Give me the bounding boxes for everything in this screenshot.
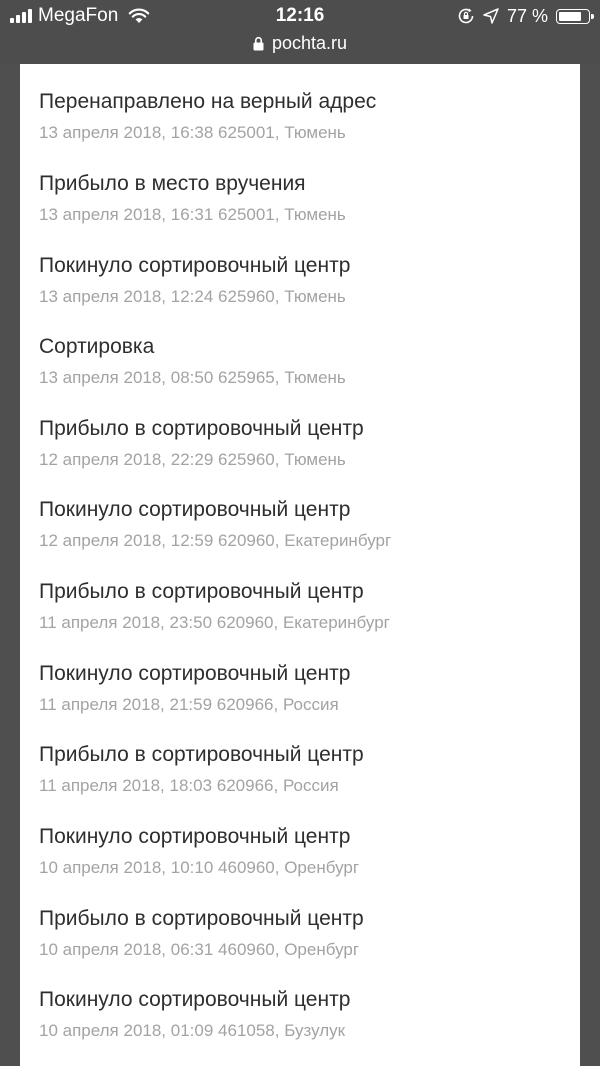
event-title: Покинуло сортировочный центр (39, 662, 351, 685)
tracking-event: Покинуло сортировочный центр 10 апреля 2… (39, 825, 569, 878)
event-meta: 10 апреля 2018, 10:10 460960, Оренбург (39, 858, 569, 878)
battery-level (559, 11, 581, 21)
tracking-event: Прибыло в сортировочный центр 11 апреля … (39, 743, 569, 796)
event-date: 13 апреля 2018, 12:24 (39, 287, 214, 306)
event-meta: 10 апреля 2018, 06:31 460960, Оренбург (39, 940, 569, 960)
event-date: 12 апреля 2018, 12:59 (39, 531, 214, 550)
event-location: 625960, Тюмень (218, 287, 346, 306)
event-title: Покинуло сортировочный центр (39, 825, 351, 848)
battery-icon (556, 8, 594, 24)
event-meta: 13 апреля 2018, 12:24 625960, Тюмень (39, 287, 569, 307)
event-title: Прибыло в сортировочный центр (39, 743, 364, 766)
orientation-lock-icon (458, 8, 474, 24)
event-meta: 12 апреля 2018, 22:29 625960, Тюмень (39, 450, 569, 470)
tracking-event: Покинуло сортировочный центр 13 апреля 2… (39, 254, 569, 307)
event-title: Перенаправлено на верный адрес (39, 90, 377, 113)
event-meta: 11 апреля 2018, 21:59 620966, Россия (39, 695, 569, 715)
status-bar: MegaFon 12:16 77 % pochta.ru (0, 0, 600, 64)
event-meta: 11 апреля 2018, 23:50 620960, Екатеринбу… (39, 613, 569, 633)
event-date: 12 апреля 2018, 22:29 (39, 450, 214, 469)
event-location: 625960, Тюмень (218, 450, 346, 469)
event-location: 620966, Россия (216, 695, 339, 714)
event-title: Покинуло сортировочный центр (39, 254, 351, 277)
event-location: 460960, Оренбург (218, 858, 360, 877)
event-meta: 12 апреля 2018, 12:59 620960, Екатеринбу… (39, 531, 569, 551)
event-meta: 13 апреля 2018, 16:38 625001, Тюмень (39, 123, 569, 143)
tracking-event: Прибыло в место вручения 13 апреля 2018,… (39, 172, 569, 225)
system-status-icons: 77 % (457, 5, 594, 27)
lock-icon (253, 36, 264, 50)
tracking-event: Покинуло сортировочный центр 10 апреля 2… (39, 988, 569, 1041)
tracking-event: Перенаправлено на верный адрес 13 апреля… (39, 90, 569, 143)
event-date: 10 апреля 2018, 01:09 (39, 1021, 214, 1040)
event-meta: 11 апреля 2018, 18:03 620966, Россия (39, 776, 569, 796)
event-title: Прибыло в место вручения (39, 172, 306, 195)
location-arrow-icon (483, 8, 499, 24)
tracking-event: Сортировка 13 апреля 2018, 08:50 625965,… (39, 335, 569, 388)
event-location: 461058, Бузулук (218, 1021, 346, 1040)
event-location: 620960, Екатеринбург (218, 531, 392, 550)
event-date: 13 апреля 2018, 08:50 (39, 368, 214, 387)
event-title: Покинуло сортировочный центр (39, 498, 351, 521)
event-date: 13 апреля 2018, 16:38 (39, 123, 214, 142)
tracking-event: Прибыло в сортировочный центр 12 апреля … (39, 417, 569, 470)
event-location: 625965, Тюмень (218, 368, 346, 387)
event-title: Прибыло в сортировочный центр (39, 417, 364, 440)
event-title: Сортировка (39, 335, 155, 358)
event-location: 620966, Россия (216, 776, 339, 795)
event-location: 625001, Тюмень (218, 205, 346, 224)
tracking-event: Прибыло в сортировочный центр 10 апреля … (39, 907, 569, 960)
tracking-history-card: Перенаправлено на верный адрес 13 апреля… (20, 64, 580, 1066)
event-title: Прибыло в сортировочный центр (39, 907, 364, 930)
event-date: 10 апреля 2018, 10:10 (39, 858, 214, 877)
event-location: 625001, Тюмень (218, 123, 346, 142)
event-title: Прибыло в сортировочный центр (39, 580, 364, 603)
url-text: pochta.ru (271, 32, 348, 53)
tracking-event: Покинуло сортировочный центр 12 апреля 2… (39, 498, 569, 551)
event-date: 11 апреля 2018, 23:50 (39, 613, 213, 632)
event-title: Покинуло сортировочный центр (39, 988, 351, 1011)
url-bar[interactable]: pochta.ru (0, 32, 600, 54)
event-meta: 13 апреля 2018, 16:31 625001, Тюмень (39, 205, 569, 225)
event-meta: 10 апреля 2018, 01:09 461058, Бузулук (39, 1021, 569, 1041)
event-date: 10 апреля 2018, 06:31 (39, 940, 214, 959)
event-date: 11 апреля 2018, 18:03 (39, 776, 213, 795)
tracking-event: Прибыло в сортировочный центр 11 апреля … (39, 580, 569, 633)
event-location: 620960, Екатеринбург (216, 613, 390, 632)
event-location: 460960, Оренбург (218, 940, 360, 959)
event-meta: 13 апреля 2018, 08:50 625965, Тюмень (39, 368, 569, 388)
battery-percent: 77 % (506, 5, 548, 26)
event-date: 13 апреля 2018, 16:31 (39, 205, 214, 224)
event-date: 11 апреля 2018, 21:59 (39, 695, 213, 714)
tracking-event: Покинуло сортировочный центр 11 апреля 2… (39, 662, 569, 715)
